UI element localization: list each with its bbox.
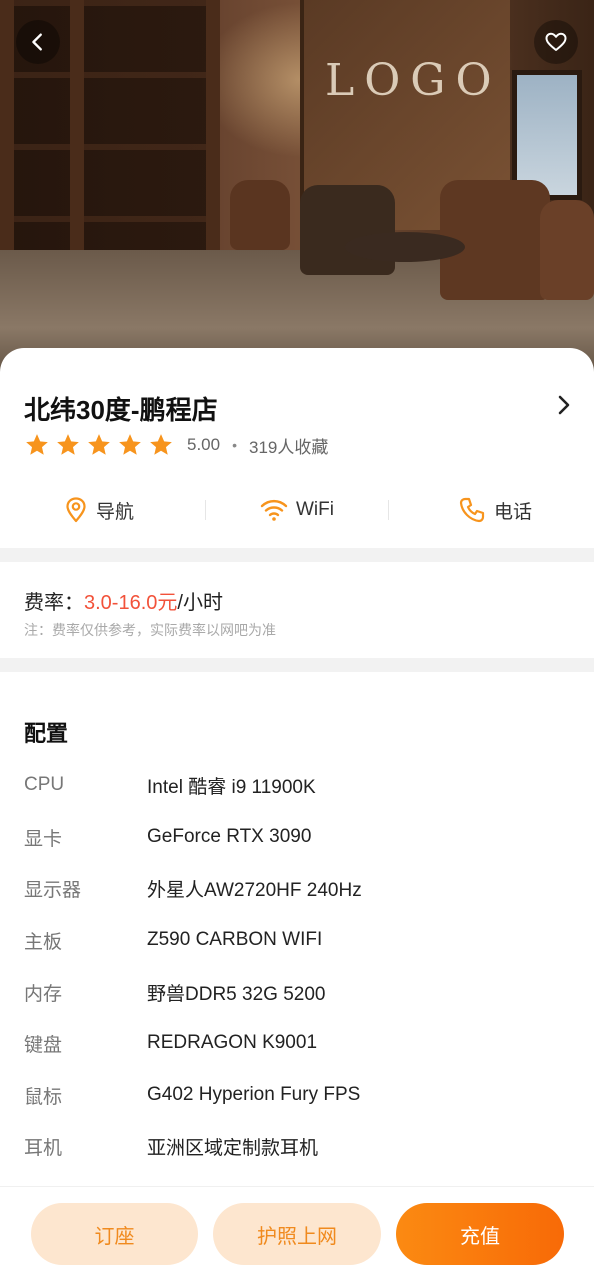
divider <box>388 500 389 520</box>
hero-logo-text: LOGO <box>325 55 502 106</box>
separator-dot: • <box>232 437 237 453</box>
rate-note: 注：费率仅供参考，实际费率以网吧为准 <box>24 622 276 638</box>
quick-actions: 导航 WiFi 电话 <box>0 488 594 532</box>
rating-score: 5.00 <box>187 435 221 454</box>
star-icon <box>150 434 172 455</box>
rate-label: 费率： <box>24 592 84 614</box>
phone-label: 电话 <box>493 501 532 523</box>
section-gap <box>0 548 594 562</box>
bottom-action-bar: 订座 护照上网 充值 <box>0 1186 594 1280</box>
wifi-label: WiFi <box>296 499 334 520</box>
star-icon <box>119 434 141 455</box>
phone-button[interactable]: 电话 <box>396 488 594 532</box>
heart-icon <box>545 32 567 51</box>
spec-value: GeForce RTX 3090 <box>147 826 312 847</box>
section-gap <box>0 658 594 672</box>
spec-row-monitor: 显示器 外星人AW2720HF 240Hz <box>24 873 570 903</box>
reserve-seat-button[interactable]: 订座 <box>31 1203 198 1265</box>
spec-label: 键盘 <box>24 1034 63 1056</box>
back-button[interactable] <box>16 20 60 64</box>
spec-row-mouse: 鼠标 G402 Hyperion Fury FPS <box>24 1080 570 1110</box>
shop-detail-link[interactable] <box>554 394 574 421</box>
spec-value: Z590 CARBON WIFI <box>147 929 323 950</box>
shop-detail-card: 北纬30度-鹏程店 5.00 • 319人收藏 导航 WiFi 电话 费率：3.… <box>0 348 594 1186</box>
spec-value: REDRAGON K9001 <box>147 1032 318 1053</box>
star-icon <box>88 434 110 455</box>
star-icon <box>26 434 48 455</box>
wifi-icon <box>260 499 288 521</box>
spec-label: CPU <box>24 774 65 795</box>
spec-label: 鼠标 <box>24 1086 63 1108</box>
spec-value: 野兽DDR5 32G 5200 <box>147 983 326 1005</box>
navigate-button[interactable]: 导航 <box>0 488 198 532</box>
location-pin-icon <box>66 497 86 523</box>
spec-value: G402 Hyperion Fury FPS <box>147 1084 361 1105</box>
spec-row-gpu: 显卡 GeForce RTX 3090 <box>24 822 570 852</box>
spec-value: Intel 酷睿 i9 11900K <box>147 776 316 798</box>
config-title: 配置 <box>24 721 69 746</box>
rate-value: 3.0-16.0元 <box>84 592 178 614</box>
divider <box>205 500 206 520</box>
spec-row-keyboard: 键盘 REDRAGON K9001 <box>24 1028 570 1058</box>
spec-label: 耳机 <box>24 1137 63 1159</box>
spec-label: 内存 <box>24 983 63 1005</box>
spec-label: 显卡 <box>24 828 63 850</box>
spec-value: 亚洲区域定制款耳机 <box>147 1137 319 1159</box>
spec-label: 主板 <box>24 931 63 953</box>
passport-login-button[interactable]: 护照上网 <box>213 1203 381 1265</box>
chevron-right-icon <box>558 395 570 415</box>
spec-row-cpu: CPU Intel 酷睿 i9 11900K <box>24 770 570 800</box>
favorite-button[interactable] <box>534 20 578 64</box>
shop-name: 北纬30度-鹏程店 <box>24 395 218 425</box>
spec-row-headset: 耳机 亚洲区域定制款耳机 <box>24 1131 570 1161</box>
hero-photo: LOGO <box>0 0 594 380</box>
back-arrow-icon <box>32 33 42 51</box>
phone-icon <box>459 497 485 523</box>
spec-row-memory: 内存 野兽DDR5 32G 5200 <box>24 977 570 1007</box>
recharge-button[interactable]: 充值 <box>396 1203 564 1265</box>
navigate-label: 导航 <box>95 501 134 523</box>
spec-row-motherboard: 主板 Z590 CARBON WIFI <box>24 925 570 955</box>
spec-value: 外星人AW2720HF 240Hz <box>147 879 362 901</box>
wifi-button[interactable]: WiFi <box>198 488 396 532</box>
rating-row: 5.00 • 319人收藏 <box>24 432 328 458</box>
spec-label: 显示器 <box>24 879 82 901</box>
star-rating <box>24 432 179 458</box>
rate-unit: /小时 <box>177 592 223 614</box>
rate-line: 费率：3.0-16.0元/小时 <box>24 586 223 615</box>
favorites-count: 319人收藏 <box>249 437 329 457</box>
star-icon <box>57 434 79 455</box>
